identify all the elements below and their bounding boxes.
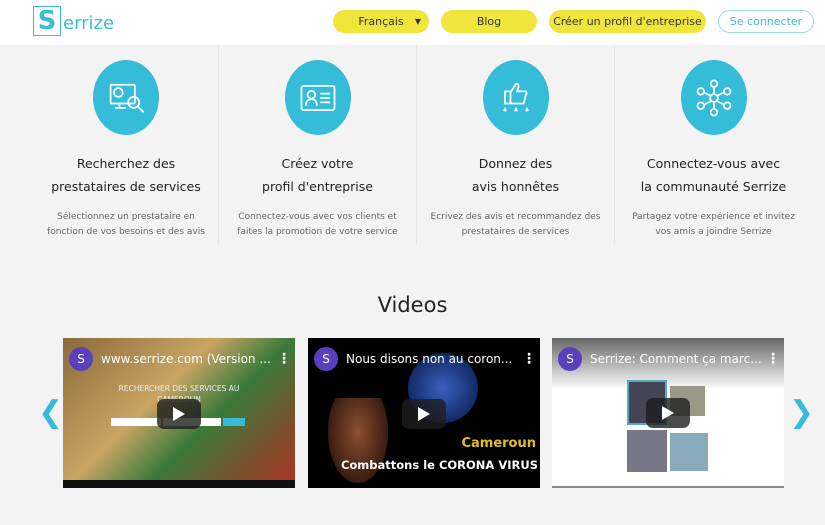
feature-description-line: vos amis a joindre Serrize <box>655 227 772 237</box>
video-overlay-text: Combattons le CORONA VIRUS <box>340 458 538 472</box>
video-title[interactable]: Nous disons non au coron... <box>346 352 522 366</box>
feature-column: Donnez des avis honnêtes Ecrivez des avis… <box>416 45 614 245</box>
feature-description: Partagez votre expérience et invitez vos … <box>615 210 812 240</box>
language-select[interactable]: Français ▼ <box>333 10 429 33</box>
feature-column: Recherchez des prestataires de services S… <box>27 45 225 245</box>
play-button[interactable] <box>402 399 446 429</box>
feature-title-line: Recherchez des <box>76 156 176 171</box>
feature-title-line: avis honnêtes <box>471 179 560 194</box>
feature-title-line: la communauté Serrize <box>640 179 787 194</box>
profile-card-icon <box>284 60 351 135</box>
channel-avatar[interactable]: S <box>314 347 338 371</box>
chevron-down-icon: ▼ <box>414 17 421 26</box>
feature-description-line: Connectez-vous avec vos clients et <box>238 212 397 222</box>
logo-text: errize <box>63 13 115 34</box>
video-card[interactable]: Swww.serrize.com (Version ... ⋮ RECHERCHE… <box>63 338 295 488</box>
feature-title-line: profil d'entreprise <box>262 179 373 194</box>
feature-title: Donnez des avis honnêtes <box>417 152 614 198</box>
videos-title: Videos <box>377 293 448 317</box>
feature-title-line: Connectez-vous avec <box>646 156 781 171</box>
play-button[interactable] <box>157 399 201 429</box>
feature-description: Sélectionnez un prestataire en fonction d… <box>27 210 225 240</box>
thumbnail-bottom-bar <box>63 480 295 488</box>
feature-title-line: Donnez des <box>478 156 553 171</box>
more-options-icon[interactable]: ⋮ <box>277 351 291 367</box>
play-button[interactable] <box>646 398 690 428</box>
carousel-next-button[interactable]: ❯ <box>789 398 814 428</box>
login-button[interactable]: Se connecter <box>718 10 814 33</box>
thumbnail-photo <box>670 433 708 471</box>
feature-description-line: prestataires de services <box>461 227 570 237</box>
more-options-icon[interactable]: ⋮ <box>522 351 536 367</box>
feature-title: Recherchez des prestataires de services <box>27 152 225 198</box>
feature-description-line: Ecrivez des avis et recommandez des <box>430 212 601 222</box>
feature-title-line: prestataires de services <box>51 179 201 194</box>
feature-description-line: Sélectionnez un prestataire en <box>57 212 195 222</box>
carousel-prev-button[interactable]: ❮ <box>38 398 63 428</box>
header: S errize Français ▼ Blog Créer un profil … <box>0 0 825 45</box>
thumbs-up-stars-icon <box>482 60 549 135</box>
computer-search-icon <box>93 60 159 135</box>
feature-description-line: fonction de vos besoins et des avis <box>47 227 205 237</box>
logo[interactable]: S errize <box>33 6 114 36</box>
community-network-icon <box>680 60 747 135</box>
feature-title-line: Créez votre <box>281 156 354 171</box>
video-card[interactable]: S Serrize: Comment ça marc... ⋮ <box>552 338 784 488</box>
feature-title: Connectez-vous avec la communauté Serrize <box>615 152 812 198</box>
feature-description: Ecrivez des avis et recommandez des prest… <box>417 210 614 240</box>
feature-description-line: faites la promotion de votre service <box>237 227 398 237</box>
video-card[interactable]: S Nous disons non au coron... ⋮ Cameroun C… <box>308 338 540 488</box>
feature-description-line: Partagez votre expérience et invitez <box>632 212 795 222</box>
more-options-icon[interactable]: ⋮ <box>766 351 780 367</box>
video-title[interactable]: Serrize: Comment ça marc... <box>590 352 766 366</box>
channel-avatar[interactable]: S <box>558 347 582 371</box>
video-overlay-text: Cameroun <box>461 436 536 451</box>
feature-column: Connectez-vous avec la communauté Serrize… <box>614 45 812 245</box>
channel-avatar[interactable]: S <box>69 347 93 371</box>
thumbnail-search-button <box>223 418 245 426</box>
feature-description: Connectez-vous avec vos clients et faites… <box>219 210 416 240</box>
video-title[interactable]: www.serrize.com (Version ... <box>101 352 277 366</box>
create-profile-button[interactable]: Créer un profil d'entreprise <box>549 10 706 33</box>
thumbnail-search-field <box>111 418 161 426</box>
feature-title: Créez votre profil d'entreprise <box>219 152 416 198</box>
blog-button[interactable]: Blog <box>441 10 537 33</box>
feature-column: Créez votre profil d'entreprise Connectez… <box>218 45 416 245</box>
video-overlay-text: RECHERCHER DES SERVICES AU <box>118 384 240 393</box>
logo-mark: S <box>33 6 61 36</box>
language-value: Français <box>358 15 404 28</box>
thumbnail-photo <box>627 430 667 472</box>
